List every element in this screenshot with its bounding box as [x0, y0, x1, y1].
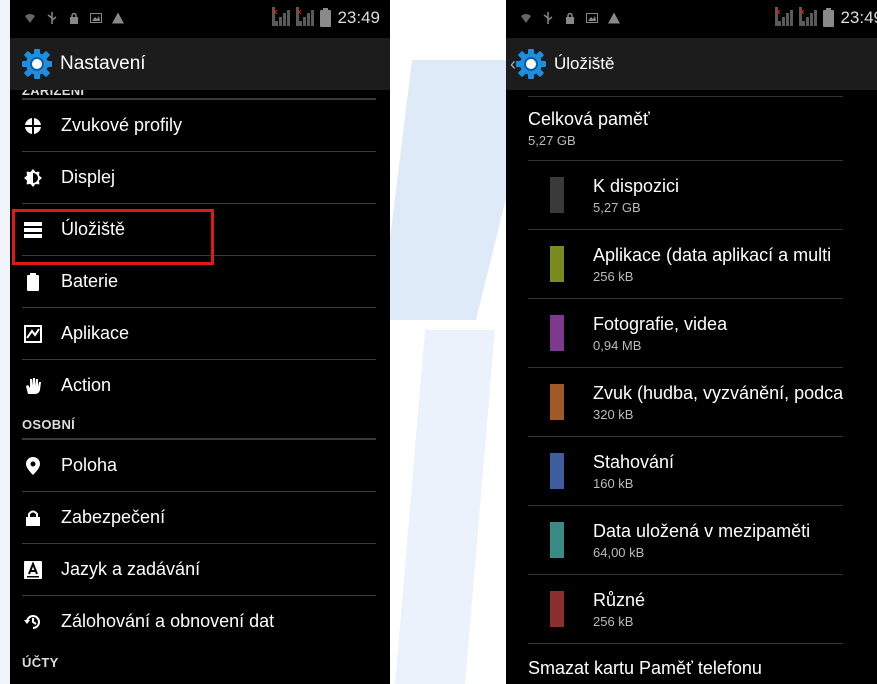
storage-category-row[interactable]: Různé 256 kB: [506, 575, 877, 643]
settings-item-action[interactable]: Action: [10, 360, 390, 411]
category-size: 320 kB: [593, 406, 634, 422]
status-bar: × × 23:49: [506, 0, 877, 38]
category-label: Zvuk (hudba, vyzvánění, podca: [593, 382, 844, 403]
settings-item-label: Displej: [61, 167, 116, 187]
background-decoration: [395, 330, 495, 684]
location-pin-icon: [24, 456, 42, 475]
settings-item-apps[interactable]: Aplikace: [10, 308, 390, 359]
category-size: 64,00 kB: [593, 544, 645, 560]
lock-notification-icon: [68, 12, 80, 24]
category-color-swatch: [550, 177, 564, 213]
image-notification-icon: [586, 12, 598, 24]
settings-gear-icon: [22, 49, 52, 79]
backup-restore-icon: [24, 613, 42, 631]
settings-gear-icon: [516, 49, 546, 79]
settings-item-label: Action: [61, 375, 112, 395]
sound-profile-icon: [24, 116, 42, 135]
category-label: Aplikace (data aplikací a multi: [593, 244, 832, 265]
lock-icon: [24, 509, 42, 527]
storage-category-row[interactable]: K dispozici 5,27 GB: [506, 161, 877, 229]
section-header-device: ZAŘÍZENÍ: [22, 90, 85, 98]
category-label: Fotografie, videa: [593, 313, 728, 334]
category-size: 5,27 GB: [593, 199, 641, 215]
image-notification-icon: [90, 12, 102, 24]
category-color-swatch: [550, 384, 564, 420]
storage-screen: × × 23:49 ‹: [506, 0, 877, 684]
storage-category-row[interactable]: Data uložená v mezipaměti 64,00 kB: [506, 506, 877, 574]
settings-item-label: Poloha: [61, 455, 118, 475]
settings-item-sound-profiles[interactable]: Zvukové profily: [10, 100, 390, 151]
total-storage: Celková paměť 5,27 GB: [506, 97, 877, 160]
category-size: 256 kB: [593, 268, 634, 284]
category-color-swatch: [550, 315, 564, 351]
battery-status-icon: [320, 7, 332, 27]
category-label: Různé: [593, 589, 646, 610]
category-color-swatch: [550, 522, 564, 558]
settings-screen: × × 23:49 Nastavení ZAŘÍZENÍ Zvukové pro…: [10, 0, 390, 684]
category-color-swatch: [550, 453, 564, 489]
highlight-annotation: [12, 209, 214, 265]
signal-sim1-icon: ×: [775, 7, 794, 26]
category-label: K dispozici: [593, 175, 680, 196]
lock-notification-icon: [564, 12, 576, 24]
category-label: Data uložená v mezipaměti: [593, 520, 811, 541]
category-size: 0,94 MB: [593, 337, 642, 353]
battery-icon: [24, 272, 42, 291]
settings-item-backup-reset[interactable]: Zálohování a obnovení dat: [10, 596, 390, 647]
warning-icon: [112, 12, 124, 24]
usb-icon: [46, 12, 58, 24]
keyboard-language-icon: [24, 560, 42, 579]
total-storage-value: 5,27 GB: [528, 133, 576, 148]
brightness-icon: [24, 168, 42, 187]
section-header-accounts: ÚČTY: [22, 655, 59, 670]
settings-item-label: Zálohování a obnovení dat: [61, 611, 275, 631]
item-divider: [528, 643, 843, 644]
storage-category-row[interactable]: Aplikace (data aplikací a multi 256 kB: [506, 230, 877, 298]
action-bar: Nastavení: [10, 38, 390, 90]
storage-category-row[interactable]: Fotografie, videa 0,94 MB: [506, 299, 877, 367]
settings-item-security[interactable]: Zabezpečení: [10, 492, 390, 543]
settings-item-language-input[interactable]: Jazyk a zadávání: [10, 544, 390, 595]
category-size: 160 kB: [593, 475, 634, 491]
status-clock: 23:49: [840, 8, 877, 27]
category-color-swatch: [550, 246, 564, 282]
storage-category-row[interactable]: Zvuk (hudba, vyzvánění, podca 320 kB: [506, 368, 877, 436]
settings-item-label: Jazyk a zadávání: [61, 559, 201, 579]
settings-item-label: Baterie: [61, 271, 119, 291]
status-bar: × × 23:49: [10, 0, 390, 38]
wifi-icon: [520, 12, 532, 24]
erase-storage-button[interactable]: Smazat kartu Paměť telefonu: [506, 658, 877, 679]
page-title: Nastavení: [60, 53, 146, 74]
signal-sim2-icon: ×: [296, 7, 315, 26]
settings-item-location[interactable]: Poloha: [10, 440, 390, 491]
category-size: 256 kB: [593, 613, 634, 629]
battery-status-icon: [823, 7, 835, 27]
category-color-swatch: [550, 591, 564, 627]
status-clock: 23:49: [337, 8, 380, 27]
warning-icon: [608, 12, 620, 24]
settings-item-label: Aplikace: [61, 323, 130, 343]
category-label: Stahování: [593, 451, 675, 472]
total-storage-label: Celková paměť: [528, 109, 650, 129]
hand-icon: [24, 377, 42, 395]
settings-item-display[interactable]: Displej: [10, 152, 390, 203]
section-header-personal: OSOBNÍ: [22, 417, 76, 432]
signal-sim1-icon: ×: [272, 7, 291, 26]
usb-icon: [542, 12, 554, 24]
storage-category-row[interactable]: Stahování 160 kB: [506, 437, 877, 505]
wifi-icon: [24, 12, 36, 24]
signal-sim2-icon: ×: [799, 7, 818, 26]
settings-item-label: Zabezpečení: [61, 507, 166, 527]
page-title: Úložiště: [554, 54, 615, 73]
action-bar[interactable]: ‹ Úložiště: [506, 38, 877, 90]
settings-item-label: Zvukové profily: [61, 115, 183, 135]
apps-icon: [24, 324, 42, 343]
